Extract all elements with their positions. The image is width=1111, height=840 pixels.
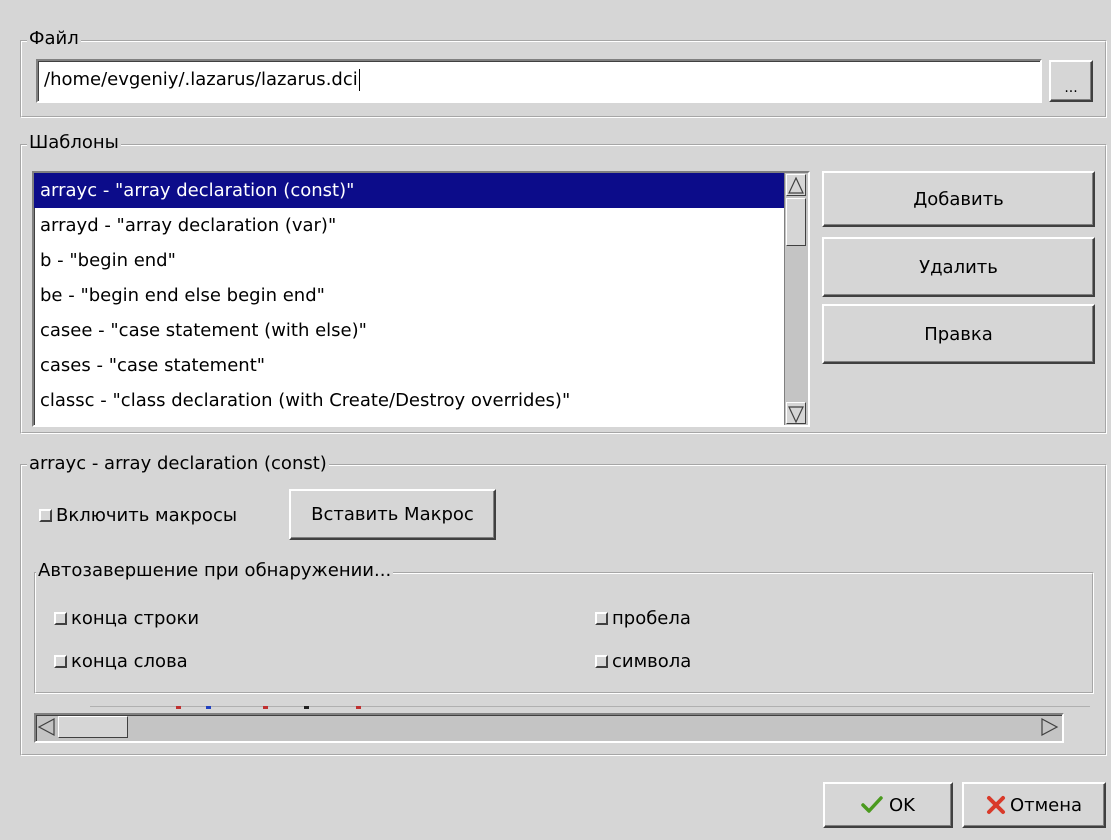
delete-template-button[interactable]: Удалить xyxy=(822,237,1095,297)
space-checkbox[interactable]: пробела xyxy=(595,603,691,633)
enable-macros-label: Включить макросы xyxy=(56,504,238,526)
checkbox-box[interactable] xyxy=(595,611,608,625)
templates-list-vscrollbar[interactable] xyxy=(784,173,808,425)
check-icon xyxy=(861,796,883,813)
symbol-checkbox[interactable]: символа xyxy=(595,646,691,676)
triangle-left-icon xyxy=(37,718,55,736)
add-template-button[interactable]: Добавить xyxy=(822,171,1095,227)
list-item[interactable]: arrayd - "array declaration (var)" xyxy=(34,208,784,243)
autocomplete-legend: Автозавершение при обнаружении... xyxy=(36,560,394,582)
scroll-left-button[interactable] xyxy=(36,715,60,741)
insert-macro-label: Вставить Макрос xyxy=(311,504,474,525)
space-label: пробела xyxy=(612,607,691,629)
checkbox-box[interactable] xyxy=(54,611,67,625)
insert-macro-button[interactable]: Вставить Макрос xyxy=(289,489,496,540)
ok-label: OK xyxy=(889,794,915,816)
editor-hscrollbar[interactable] xyxy=(34,713,1064,743)
list-item[interactable]: be - "begin end else begin end" xyxy=(34,278,784,313)
scroll-thumb[interactable] xyxy=(786,198,806,246)
line-end-label: конца строки xyxy=(71,607,200,629)
triangle-right-icon xyxy=(1041,718,1059,736)
list-item[interactable]: b - "begin end" xyxy=(34,243,784,278)
file-path-value: /home/evgeniy/.lazarus/lazarus.dci xyxy=(44,69,358,90)
list-item[interactable]: arrayc - "array declaration (const)" xyxy=(34,173,784,208)
delete-template-label: Удалить xyxy=(919,256,998,278)
browse-button[interactable]: ... xyxy=(1049,60,1093,102)
template-code-editor[interactable] xyxy=(34,700,1094,714)
scroll-right-button[interactable] xyxy=(1038,715,1062,741)
autocomplete-group xyxy=(34,572,1094,694)
add-template-label: Добавить xyxy=(913,188,1004,210)
file-path-input[interactable]: /home/evgeniy/.lazarus/lazarus.dci xyxy=(36,59,1042,103)
checkbox-box[interactable] xyxy=(595,654,608,668)
checkbox-box[interactable] xyxy=(39,508,52,522)
symbol-label: символа xyxy=(612,650,692,672)
edit-template-button[interactable]: Правка xyxy=(822,304,1095,364)
triangle-down-icon xyxy=(788,406,804,424)
list-item[interactable]: cases - "case statement" xyxy=(34,348,784,383)
scroll-up-button[interactable] xyxy=(786,174,806,196)
template-editor-legend: arrayc - array declaration (const) xyxy=(27,453,329,475)
line-end-checkbox[interactable]: конца строки xyxy=(54,603,199,633)
templates-group-legend: Шаблоны xyxy=(27,132,121,154)
browse-button-label: ... xyxy=(1064,80,1078,96)
file-group-legend: Файл xyxy=(27,28,81,50)
ok-button[interactable]: OK xyxy=(823,782,953,828)
list-item[interactable]: classc - "class declaration (with Create… xyxy=(34,383,784,418)
list-item[interactable]: casee - "case statement (with else)" xyxy=(34,313,784,348)
edit-template-label: Правка xyxy=(924,323,993,345)
cancel-label: Отмена xyxy=(1009,794,1083,816)
cancel-button[interactable]: Отмена xyxy=(962,782,1106,828)
enable-macros-checkbox[interactable]: Включить макросы xyxy=(39,500,237,530)
text-caret xyxy=(358,69,360,91)
checkbox-box[interactable] xyxy=(54,654,67,668)
word-end-checkbox[interactable]: конца слова xyxy=(54,646,188,676)
triangle-up-icon xyxy=(788,176,804,194)
hscroll-thumb[interactable] xyxy=(58,716,128,738)
x-icon xyxy=(986,796,1005,814)
word-end-label: конца слова xyxy=(71,650,188,672)
templates-list[interactable]: arrayc - "array declaration (const)" arr… xyxy=(32,171,810,427)
scroll-down-button[interactable] xyxy=(786,402,806,424)
